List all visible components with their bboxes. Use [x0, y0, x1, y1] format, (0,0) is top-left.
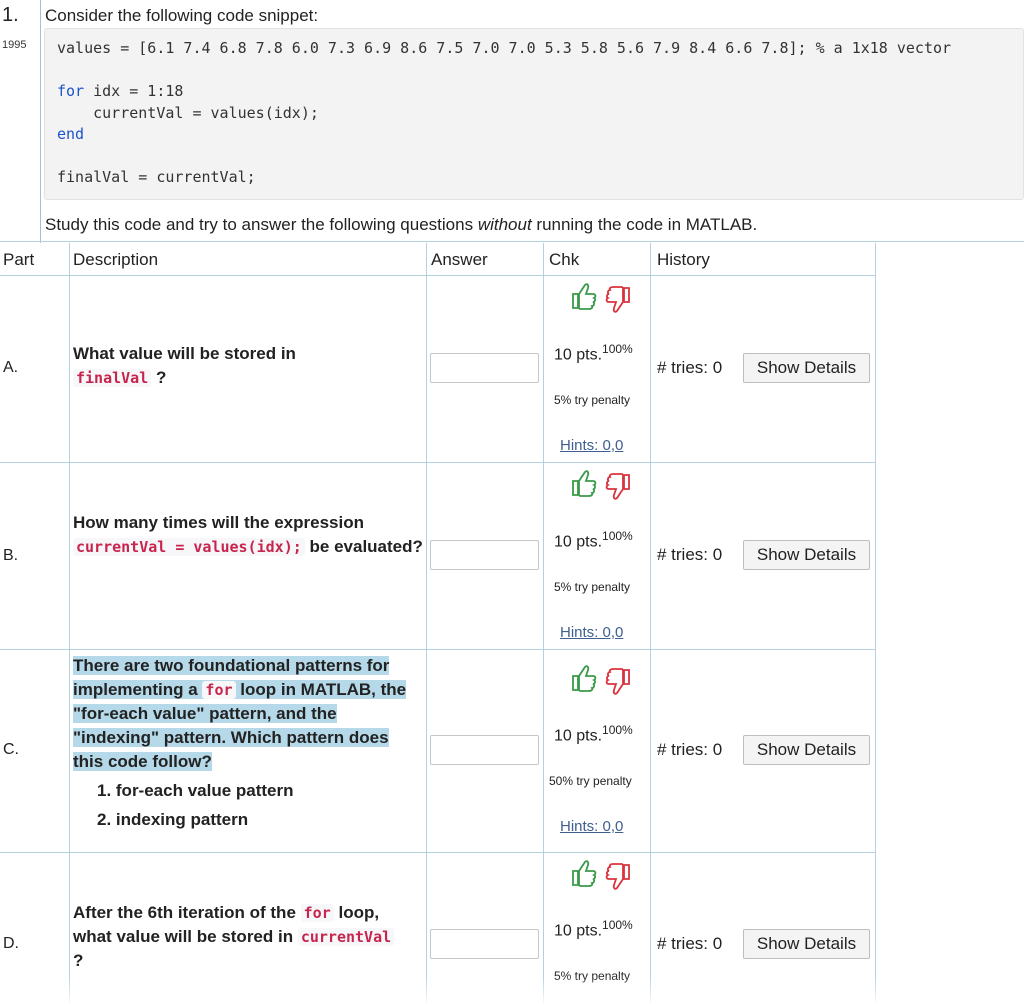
- hints-link-a[interactable]: Hints: 0,0: [560, 437, 623, 454]
- header-chk: Chk: [549, 250, 580, 269]
- feedback-icons-b: [570, 467, 630, 501]
- inline-code: currentVal = values(idx);: [73, 538, 305, 556]
- question-text-d: After the 6th iteration of the for loop,…: [73, 901, 403, 973]
- option-indexing: 2. indexing pattern: [97, 810, 249, 829]
- question-divider: [40, 0, 41, 243]
- feedback-icons-c: [570, 662, 630, 696]
- show-details-button-d[interactable]: Show Details: [743, 929, 870, 959]
- show-details-button-c[interactable]: Show Details: [743, 735, 870, 765]
- feedback-icons-a: [570, 280, 630, 314]
- answer-options: 1. for-each value pattern 2. indexing pa…: [73, 776, 421, 834]
- points-a: 10 pts.100%: [554, 342, 633, 364]
- points-d: 10 pts.100%: [554, 918, 633, 940]
- answer-input-b[interactable]: [430, 540, 539, 570]
- code-keyword-end: end: [57, 125, 85, 143]
- question-id: 1995: [2, 39, 27, 51]
- code-line-end: end: [57, 125, 84, 143]
- tries-a: # tries: 0: [657, 358, 723, 377]
- inline-code: for: [202, 681, 236, 699]
- column-divider: [650, 243, 651, 1003]
- feedback-icons-d: [570, 857, 630, 891]
- thumbs-up-icon[interactable]: [572, 860, 597, 887]
- part-label-b: B.: [3, 547, 19, 564]
- row-divider: [0, 462, 876, 463]
- part-label-a: A.: [3, 359, 19, 376]
- header-answer: Answer: [431, 250, 488, 269]
- header-description: Description: [73, 250, 159, 269]
- thumbs-down-icon[interactable]: [605, 863, 630, 890]
- hints-link-c[interactable]: Hints: 0,0: [560, 818, 623, 835]
- table-top-border: [0, 241, 1024, 242]
- study-instructions: Study this code and try to answer the fo…: [45, 215, 758, 234]
- part-label-c: C.: [3, 741, 19, 758]
- thumbs-up-icon[interactable]: [572, 665, 597, 692]
- code-snippet: values = [6.1 7.4 6.8 7.8 6.0 7.3 6.9 8.…: [44, 28, 1024, 200]
- thumbs-down-icon[interactable]: [605, 286, 630, 313]
- row-divider: [0, 649, 876, 650]
- question-text-a: What value will be stored in finalVal ?: [73, 344, 296, 387]
- column-divider: [426, 243, 427, 1003]
- header-part: Part: [3, 250, 35, 269]
- tries-b: # tries: 0: [657, 545, 723, 564]
- try-penalty-c: 50% try penalty: [549, 774, 632, 788]
- code-line-assign: currentVal = values(idx);: [57, 104, 319, 122]
- question-text-b: How many times will the expression curre…: [73, 513, 423, 556]
- thumbs-down-icon[interactable]: [605, 473, 630, 500]
- scroll-fade: [0, 975, 1024, 1003]
- part-label-d: D.: [3, 935, 19, 952]
- show-details-button-a[interactable]: Show Details: [743, 353, 870, 383]
- try-penalty-b: 5% try penalty: [554, 580, 631, 594]
- answer-input-c[interactable]: [430, 735, 539, 765]
- row-divider: [0, 275, 876, 276]
- question-number: 1.: [2, 4, 19, 26]
- answer-input-d[interactable]: [430, 929, 539, 959]
- inline-code: currentVal: [297, 928, 395, 946]
- try-penalty-d: 5% try penalty: [554, 969, 631, 983]
- column-divider: [875, 243, 876, 1003]
- code-keyword-for: for: [57, 82, 85, 100]
- code-line-final: finalVal = currentVal;: [57, 168, 256, 186]
- inline-code: for: [300, 904, 334, 922]
- show-details-button-b[interactable]: Show Details: [743, 540, 870, 570]
- thumbs-down-icon[interactable]: [605, 668, 630, 695]
- code-for-range: idx = 1:18: [84, 82, 184, 100]
- tries-c: # tries: 0: [657, 740, 723, 759]
- code-line-for: for idx = 1:18: [57, 82, 183, 100]
- column-divider: [69, 243, 70, 1003]
- header-history: History: [657, 250, 710, 269]
- code-line-values: values = [6.1 7.4 6.8 7.8 6.0 7.3 6.9 8.…: [57, 39, 952, 57]
- thumbs-up-icon[interactable]: [572, 283, 597, 310]
- column-divider: [543, 243, 544, 1003]
- points-c: 10 pts.100%: [554, 723, 633, 745]
- try-penalty-a: 5% try penalty: [554, 393, 631, 407]
- hints-link-b[interactable]: Hints: 0,0: [560, 624, 623, 641]
- tries-d: # tries: 0: [657, 934, 723, 953]
- question-prompt: Consider the following code snippet:: [45, 6, 319, 25]
- thumbs-up-icon[interactable]: [572, 470, 597, 497]
- option-for-each: 1. for-each value pattern: [97, 781, 294, 800]
- row-divider: [0, 852, 876, 853]
- answer-input-a[interactable]: [430, 353, 539, 383]
- question-text-c: There are two foundational patterns for …: [73, 654, 421, 834]
- highlighted-question: There are two foundational patterns for …: [73, 656, 407, 771]
- inline-code: finalVal: [73, 369, 152, 387]
- points-b: 10 pts.100%: [554, 529, 633, 551]
